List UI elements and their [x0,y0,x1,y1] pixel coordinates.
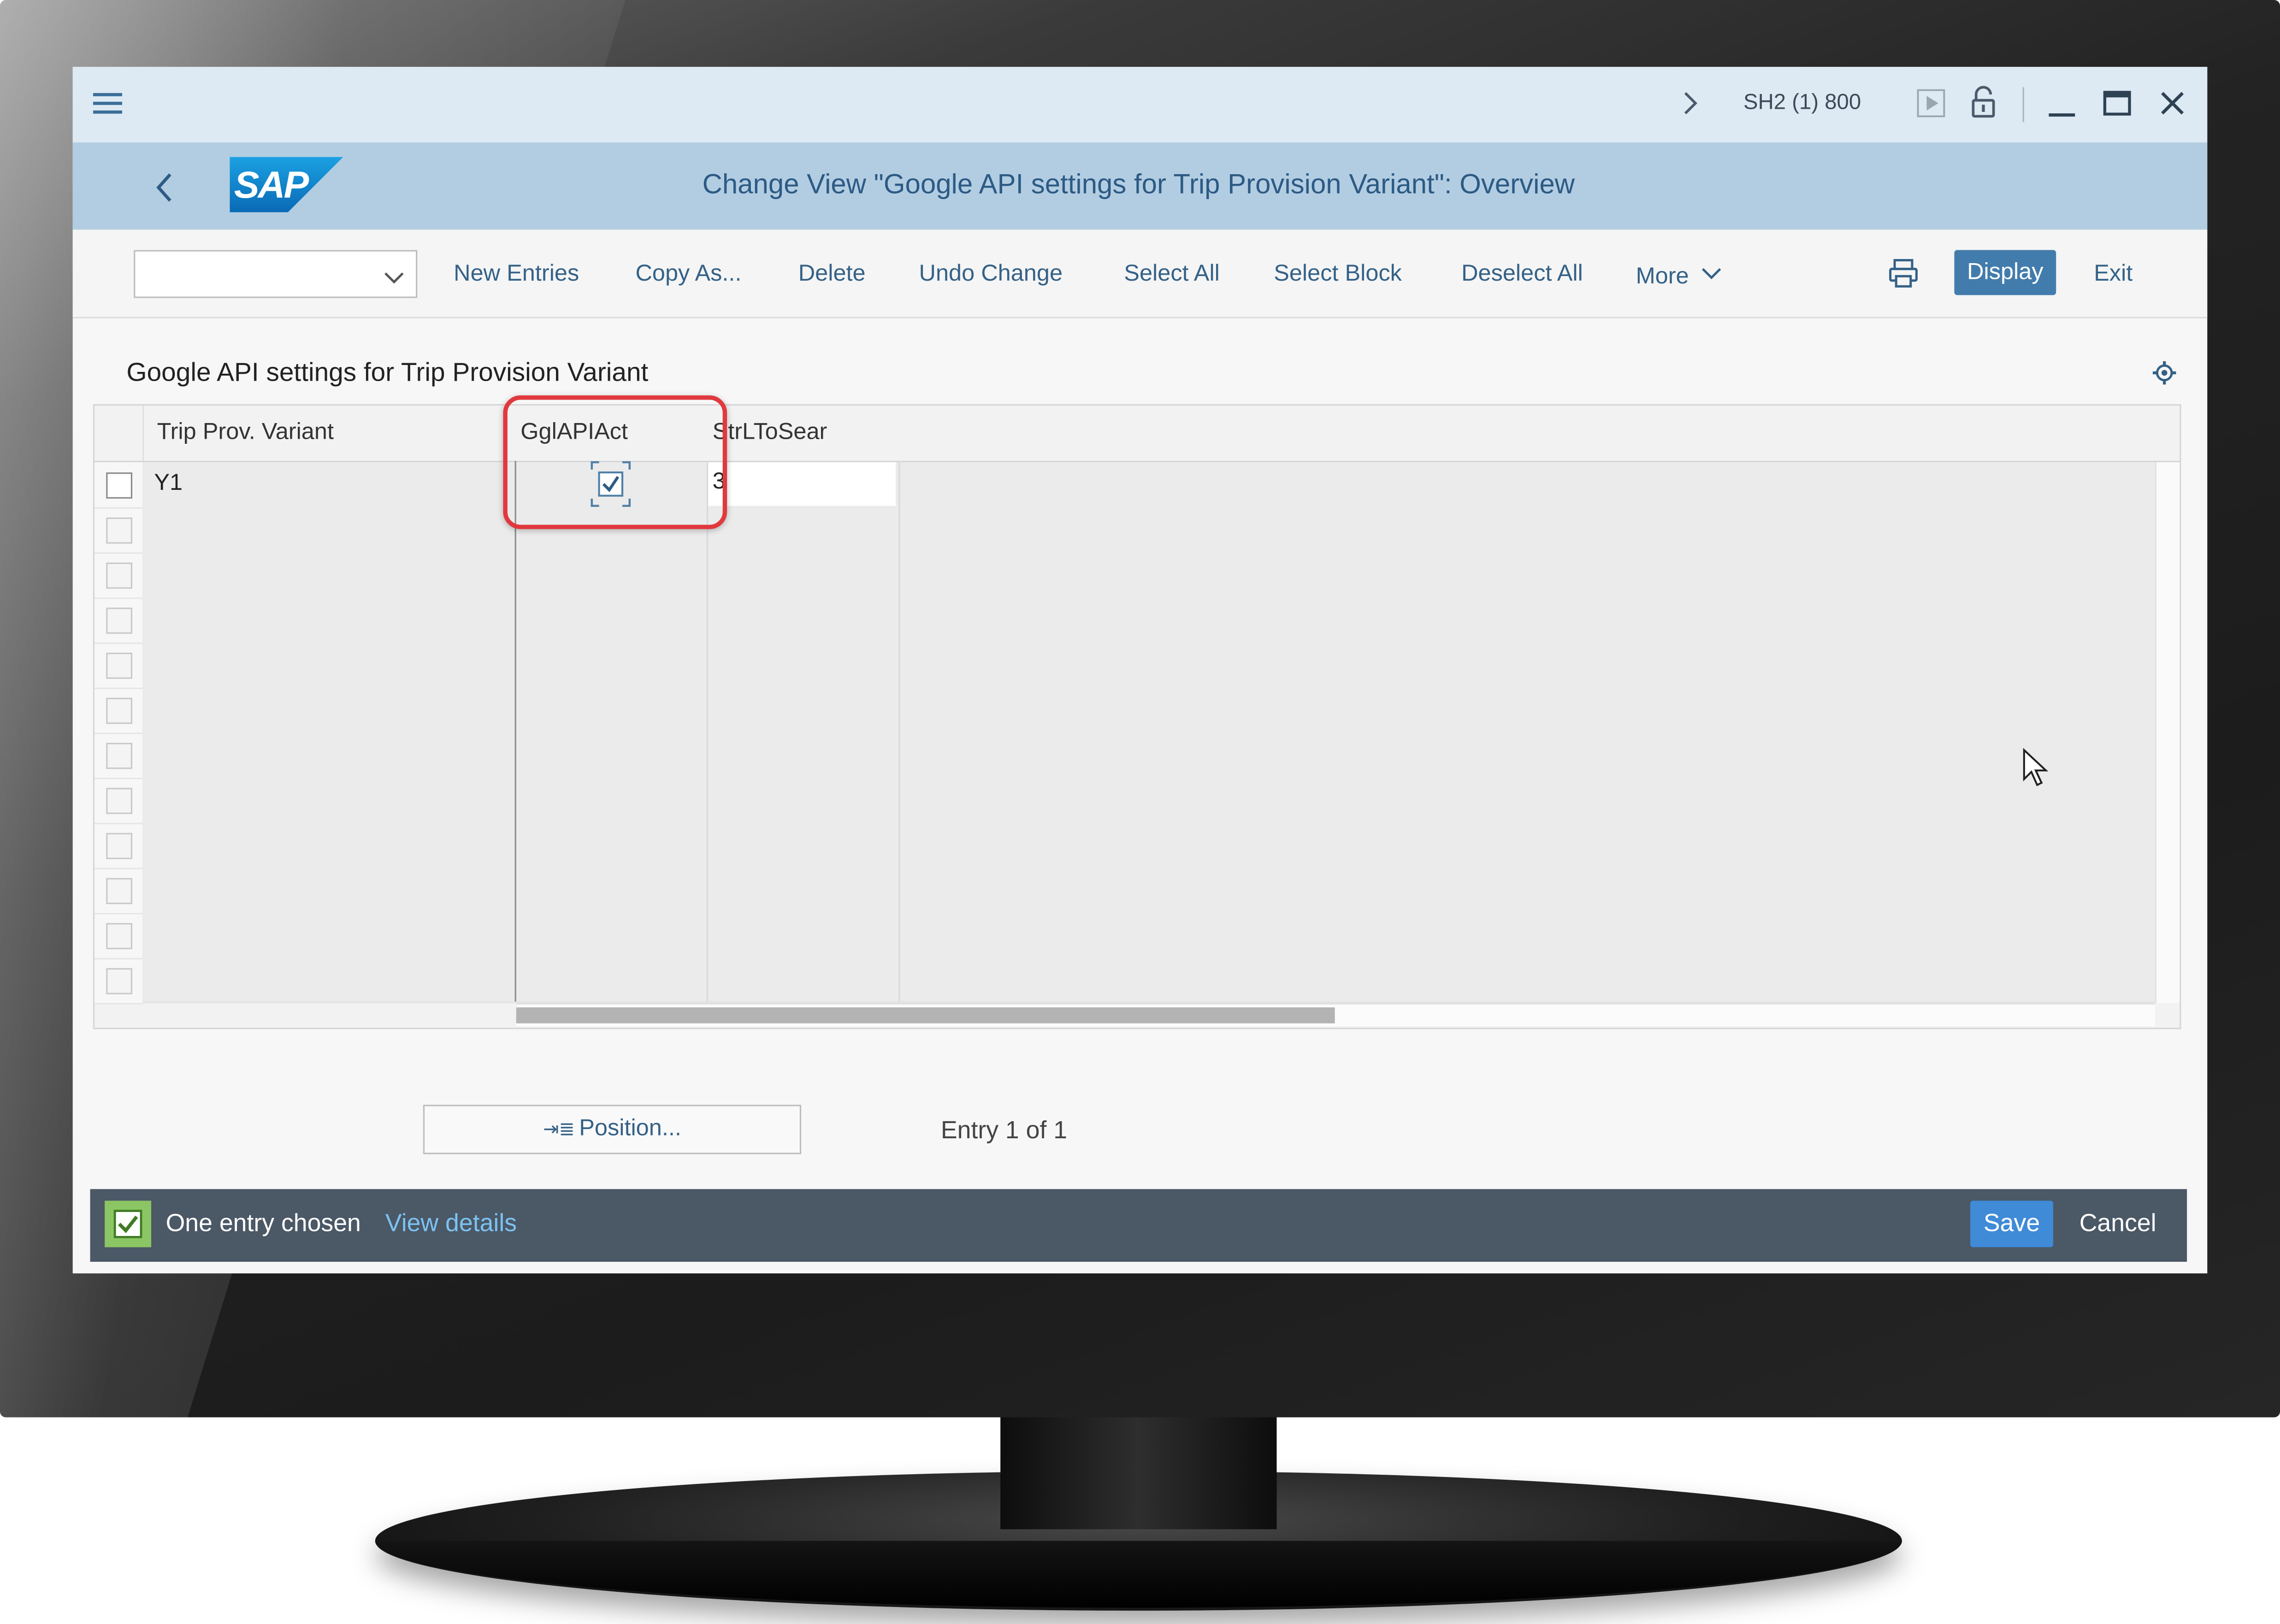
command-dropdown[interactable] [134,250,418,298]
chevron-down-icon [384,266,404,292]
more-button[interactable]: More [1636,262,1722,291]
menu-icon[interactable] [93,90,122,122]
row-selector[interactable] [95,778,143,824]
deselect-all-button[interactable]: Deselect All [1461,262,1583,288]
message-footer: One entry chosen View details Save Cance… [90,1189,2187,1262]
row-selector[interactable] [95,597,143,644]
vertical-scrollbar[interactable] [2155,462,2180,1003]
copy-as-button[interactable]: Copy As... [635,262,741,288]
cancel-button[interactable]: Cancel [2079,1209,2156,1238]
cell-strltosear[interactable]: 3 [707,462,896,506]
horizontal-scrollbar[interactable] [516,1003,2155,1026]
row-selector[interactable] [95,553,143,599]
play-icon[interactable] [1916,88,1945,124]
fixed-column-divider [514,460,516,1002]
status-message: One entry chosen [165,1209,361,1237]
data-table: Trip Prov. Variant GglAPIAct StrLToSear [93,404,2181,1030]
table-row[interactable] [142,732,2155,779]
page-title: Change View "Google API settings for Tri… [702,170,1575,201]
delete-button[interactable]: Delete [798,262,866,288]
new-entries-button[interactable]: New Entries [454,262,579,288]
toolbar: New Entries Copy As... Delete Undo Chang… [72,229,2208,318]
table-row[interactable] [142,868,2155,915]
stage: SH2 (1) 800 SAP Change View "Google API … [0,0,2280,1624]
more-label: More [1636,265,1689,289]
lock-icon[interactable] [1970,84,1996,125]
column-divider [707,460,709,1002]
table-row[interactable] [142,597,2155,644]
section-title: Google API settings for Trip Provision V… [126,357,649,387]
table-row[interactable] [142,823,2155,870]
divider [2022,87,2024,122]
display-button[interactable]: Display [1954,250,2056,295]
table-row[interactable] [142,912,2155,959]
table-row[interactable] [142,958,2155,1003]
row-selector[interactable] [95,733,143,779]
row-selector[interactable] [95,688,143,734]
table-row[interactable] [142,552,2155,599]
monitor-stand-neck [1000,1413,1277,1530]
position-icon: ⇥≣ [543,1118,575,1140]
success-check-icon [105,1200,152,1247]
maximize-icon[interactable] [2103,88,2132,124]
horizontal-scrollbar-thumb[interactable] [516,1007,1335,1024]
table-row[interactable] [142,507,2155,554]
sap-logo: SAP [230,157,343,212]
table-row[interactable]: Y1 3 [142,461,2155,509]
highlight-annotation [503,395,727,530]
settings-icon[interactable] [2152,360,2177,392]
back-icon[interactable] [154,171,174,211]
table-row[interactable] [142,777,2155,824]
select-block-button[interactable]: Select Block [1274,262,1402,288]
row-selector[interactable] [95,507,143,554]
sap-window: SH2 (1) 800 SAP Change View "Google API … [72,67,2208,1274]
minimize-icon[interactable] [2047,90,2076,125]
title-bar: SH2 (1) 800 [72,67,2208,143]
row-selector[interactable] [95,462,143,509]
cell-trip-prov-variant[interactable]: Y1 [154,471,183,497]
column-divider [898,460,900,1002]
table-row[interactable] [142,688,2155,734]
system-info: SH2 (1) 800 [1743,90,1861,115]
monitor-stand-rim [375,1541,1902,1608]
close-icon[interactable] [2159,90,2185,122]
chevron-down-icon [1701,262,1721,288]
row-selector[interactable] [95,913,143,959]
undo-change-button[interactable]: Undo Change [919,262,1063,288]
view-details-link[interactable]: View details [385,1209,517,1238]
position-label: Position... [579,1116,681,1142]
select-column-header[interactable] [95,406,144,461]
print-icon[interactable] [1887,257,1919,296]
exit-button[interactable]: Exit [2094,262,2132,288]
entry-info: Entry 1 of 1 [940,1116,1068,1144]
select-all-button[interactable]: Select All [1124,262,1220,288]
save-button[interactable]: Save [1970,1200,2053,1247]
column-header-strltosear[interactable]: StrLToSear [712,406,887,461]
table-row[interactable] [142,642,2155,689]
sap-logo-text: SAP [234,163,309,206]
selection-column [95,462,144,1005]
row-selector[interactable] [95,642,143,689]
row-selector[interactable] [95,823,143,870]
row-selector[interactable] [95,958,143,1005]
column-header-trip-prov-variant[interactable]: Trip Prov. Variant [157,406,506,461]
row-selector[interactable] [95,868,143,915]
chevron-right-icon[interactable] [1681,90,1698,122]
app-header: SAP Change View "Google API settings for… [72,142,2208,230]
mouse-cursor-icon [2021,747,2050,795]
position-button[interactable]: ⇥≣ Position... [423,1105,802,1154]
